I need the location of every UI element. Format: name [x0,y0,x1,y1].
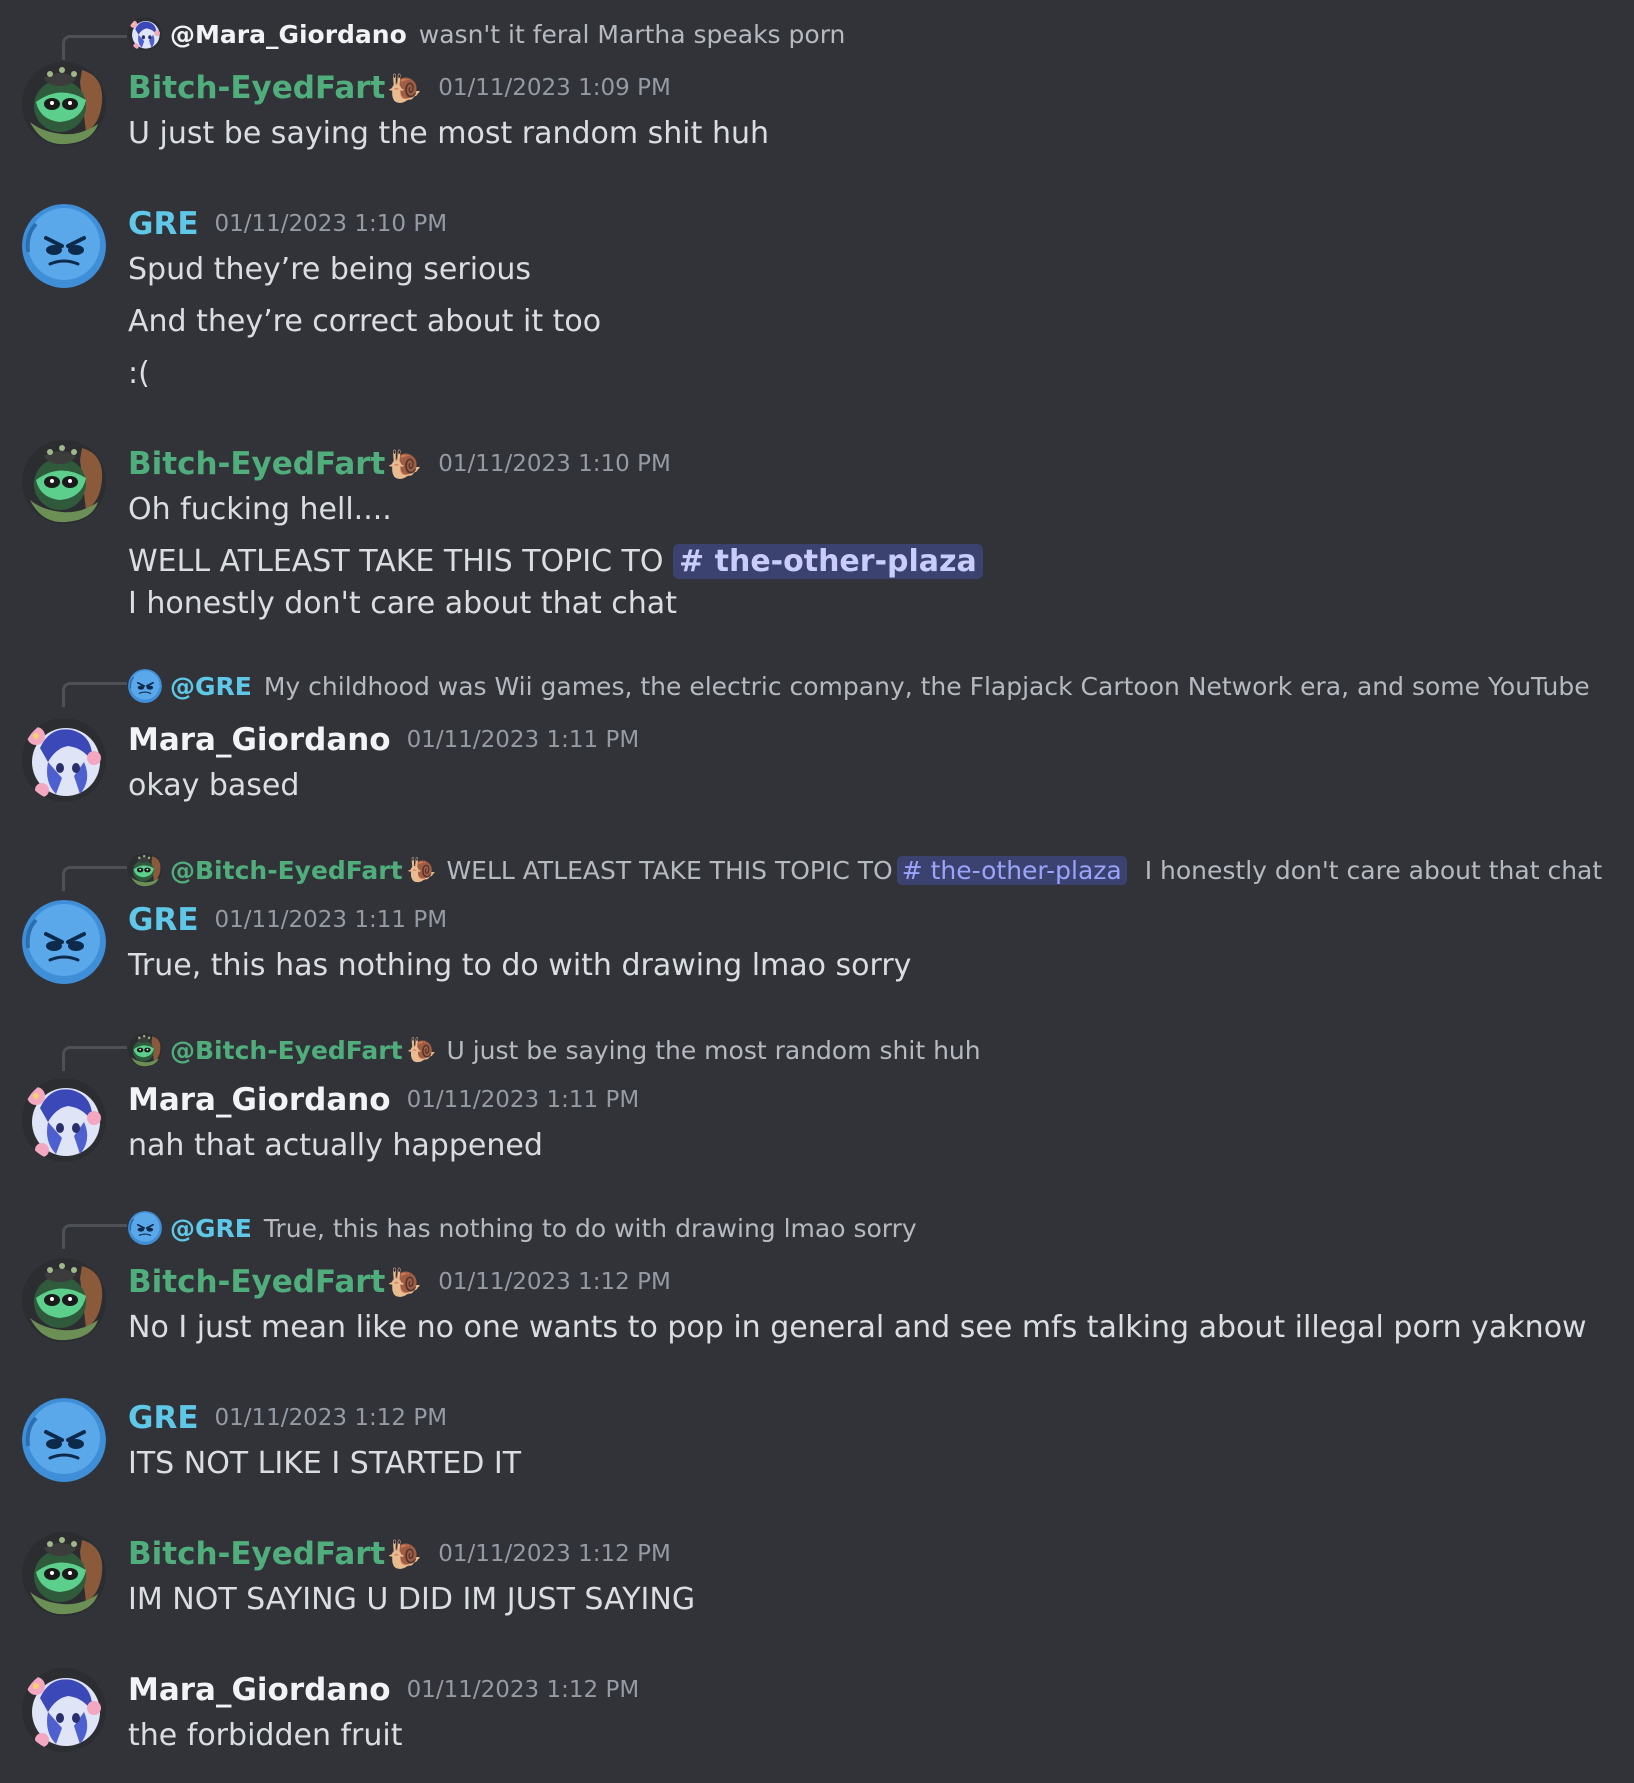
avatar[interactable] [22,204,106,288]
reply-text: I honestly don't care about that chat [1144,855,1603,885]
message-header: GRE 01/11/2023 1:12 PM [128,1398,447,1438]
reply-avatar [128,1033,162,1067]
message-text: I honestly don't care about that chat [128,586,677,621]
message-text: And they’re correct about it too [128,304,602,339]
message-text: the forbidden fruit [128,1718,403,1753]
reply-text: wasn't it feral Martha speaks porn [418,19,846,49]
channel-mention[interactable]: # the-other-plaza [896,855,1127,885]
message-header: Bitch-EyedFart 🐌 01/11/2023 1:12 PM [128,1262,671,1302]
timestamp[interactable]: 01/11/2023 1:12 PM [438,1541,671,1567]
snail-icon: 🐌 [387,71,423,105]
message-text: No I just mean like no one wants to pop … [128,1310,1587,1345]
avatar[interactable] [22,62,106,146]
message-text: okay based [128,768,300,803]
avatar[interactable] [22,1668,106,1752]
message-text-with-channel: WELL ATLEAST TAKE THIS TOPIC TO # the-ot… [128,542,983,582]
message-header: Mara_Giordano 01/11/2023 1:12 PM [128,1670,639,1710]
message-text: :( [128,356,150,391]
message-header: Mara_Giordano 01/11/2023 1:11 PM [128,1080,639,1120]
message-text: Oh fucking hell.... [128,492,392,527]
username[interactable]: GRE [128,1400,199,1436]
reply-text: U just be saying the most random shit hu… [446,1035,981,1065]
reply-spine [62,866,127,891]
message-text: True, this has nothing to do with drawin… [128,948,912,983]
message-text: IM NOT SAYING U DID IM JUST SAYING [128,1582,696,1617]
timestamp[interactable]: 01/11/2023 1:12 PM [438,1269,671,1295]
reply-preview[interactable]: @Mara_Giordano wasn't it feral Martha sp… [128,14,845,54]
reply-preview[interactable]: @GRE True, this has nothing to do with d… [128,1208,917,1248]
reply-preview[interactable]: @Bitch-EyedFart 🐌 WELL ATLEAST TAKE THIS… [128,850,1602,890]
snail-icon: 🐌 [387,1537,423,1571]
username[interactable]: GRE [128,902,199,938]
message-header: Bitch-EyedFart 🐌 01/11/2023 1:12 PM [128,1534,671,1574]
snail-icon: 🐌 [406,856,437,884]
username[interactable]: Mara_Giordano [128,722,391,758]
channel-mention[interactable]: # the-other-plaza [673,544,983,579]
username[interactable]: GRE [128,206,199,242]
timestamp[interactable]: 01/11/2023 1:11 PM [407,1087,640,1113]
timestamp[interactable]: 01/11/2023 1:10 PM [215,211,448,237]
message-text: nah that actually happened [128,1128,543,1163]
reply-text: True, this has nothing to do with drawin… [263,1213,917,1243]
avatar[interactable] [22,718,106,802]
reply-text: My childhood was Wii games, the electric… [263,671,1590,701]
message-header: GRE 01/11/2023 1:10 PM [128,204,447,244]
message-text: Spud they’re being serious [128,252,532,287]
reply-spine [62,682,127,707]
message-text: ITS NOT LIKE I STARTED IT [128,1446,522,1481]
username[interactable]: Bitch-EyedFart [128,1536,385,1572]
avatar[interactable] [22,1532,106,1616]
avatar[interactable] [22,1078,106,1162]
timestamp[interactable]: 01/11/2023 1:11 PM [407,727,640,753]
reply-author[interactable]: @GRE [170,1214,252,1243]
message-text: WELL ATLEAST TAKE THIS TOPIC TO [128,544,664,579]
timestamp[interactable]: 01/11/2023 1:12 PM [407,1677,640,1703]
message-header: GRE 01/11/2023 1:11 PM [128,900,447,940]
username[interactable]: Mara_Giordano [128,1672,391,1708]
timestamp[interactable]: 01/11/2023 1:11 PM [215,907,448,933]
username[interactable]: Bitch-EyedFart [128,446,385,482]
reply-spine [62,1046,127,1071]
message-list: @Mara_Giordano wasn't it feral Martha sp… [0,0,1634,1783]
timestamp[interactable]: 01/11/2023 1:10 PM [438,451,671,477]
avatar[interactable] [22,440,106,524]
reply-author[interactable]: @Bitch-EyedFart [170,856,403,885]
reply-avatar [128,17,162,51]
reply-avatar [128,669,162,703]
username[interactable]: Bitch-EyedFart [128,1264,385,1300]
reply-preview[interactable]: @Bitch-EyedFart 🐌 U just be saying the m… [128,1030,981,1070]
avatar[interactable] [22,900,106,984]
timestamp[interactable]: 01/11/2023 1:09 PM [438,75,671,101]
reply-text: WELL ATLEAST TAKE THIS TOPIC TO [446,855,893,885]
snail-icon: 🐌 [406,1036,437,1064]
reply-author[interactable]: @GRE [170,672,252,701]
snail-icon: 🐌 [387,447,423,481]
reply-author[interactable]: @Mara_Giordano [170,20,407,49]
message-header: Bitch-EyedFart 🐌 01/11/2023 1:09 PM [128,68,671,108]
message-header: Mara_Giordano 01/11/2023 1:11 PM [128,720,639,760]
reply-spine [62,35,127,60]
avatar[interactable] [22,1258,106,1342]
avatar[interactable] [22,1398,106,1482]
reply-author[interactable]: @Bitch-EyedFart [170,1036,403,1065]
username[interactable]: Mara_Giordano [128,1082,391,1118]
message-text: U just be saying the most random shit hu… [128,116,769,151]
username[interactable]: Bitch-EyedFart [128,70,385,106]
reply-spine [62,1224,127,1249]
message-header: Bitch-EyedFart 🐌 01/11/2023 1:10 PM [128,444,671,484]
reply-preview[interactable]: @GRE My childhood was Wii games, the ele… [128,666,1590,706]
snail-icon: 🐌 [387,1265,423,1299]
timestamp[interactable]: 01/11/2023 1:12 PM [215,1405,448,1431]
reply-avatar [128,1211,162,1245]
reply-avatar [128,853,162,887]
